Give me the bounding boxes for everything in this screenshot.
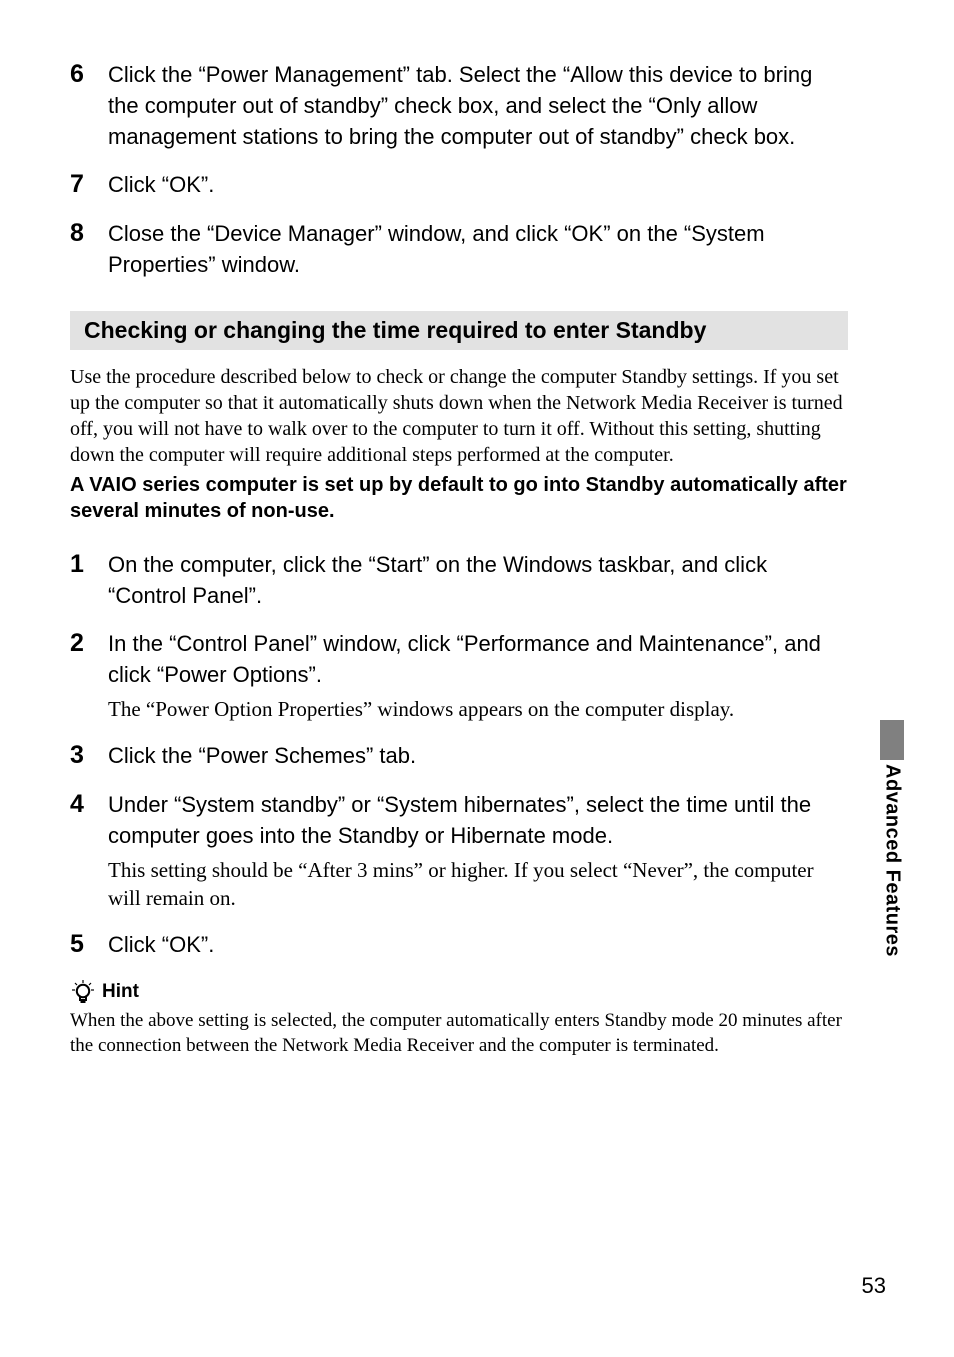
step-item: 8 Close the “Device Manager” window, and…: [70, 219, 848, 281]
step-item: 1 On the computer, click the “Start” on …: [70, 550, 848, 612]
section-intro: Use the procedure described below to che…: [70, 364, 848, 468]
step-number: 3: [70, 741, 108, 770]
side-tab-marker: [880, 720, 904, 760]
step-number: 5: [70, 930, 108, 959]
section-intro-bold: A VAIO series computer is set up by defa…: [70, 472, 848, 524]
step-text: Click “OK”.: [108, 170, 848, 201]
steps-upper-list: 6 Click the “Power Management” tab. Sele…: [70, 60, 848, 281]
step-number: 6: [70, 60, 108, 89]
step-number: 2: [70, 629, 108, 658]
step-text: On the computer, click the “Start” on th…: [108, 550, 848, 612]
step-text: Close the “Device Manager” window, and c…: [108, 219, 848, 281]
hint-header: Hint: [70, 979, 848, 1005]
step-text: Click the “Power Schemes” tab.: [108, 741, 848, 772]
lightbulb-icon: [70, 979, 96, 1005]
step-text: Click “OK”.: [108, 930, 848, 961]
step-item: 3 Click the “Power Schemes” tab.: [70, 741, 848, 772]
step-subtext: The “Power Option Properties” windows ap…: [108, 695, 848, 723]
step-number: 8: [70, 219, 108, 248]
section-heading-container: Checking or changing the time required t…: [70, 311, 848, 350]
side-tab-label: Advanced Features: [881, 764, 904, 957]
step-text: Click the “Power Management” tab. Select…: [108, 60, 848, 152]
step-number: 1: [70, 550, 108, 579]
step-item: 6 Click the “Power Management” tab. Sele…: [70, 60, 848, 152]
step-text: In the “Control Panel” window, click “Pe…: [108, 629, 848, 691]
page-number: 53: [862, 1273, 886, 1299]
step-item: 5 Click “OK”.: [70, 930, 848, 961]
hint-text: When the above setting is selected, the …: [70, 1009, 848, 1058]
hint-label: Hint: [102, 981, 139, 1003]
step-item: 7 Click “OK”.: [70, 170, 848, 201]
step-item: 2 In the “Control Panel” window, click “…: [70, 629, 848, 723]
step-item: 4 Under “System standby” or “System hibe…: [70, 790, 848, 912]
steps-lower-list: 1 On the computer, click the “Start” on …: [70, 550, 848, 961]
step-number: 7: [70, 170, 108, 199]
side-tab: Advanced Features: [880, 720, 904, 957]
step-subtext: This setting should be “After 3 mins” or…: [108, 856, 848, 913]
step-text: Under “System standby” or “System hibern…: [108, 790, 848, 852]
section-heading: Checking or changing the time required t…: [84, 317, 834, 344]
step-number: 4: [70, 790, 108, 819]
